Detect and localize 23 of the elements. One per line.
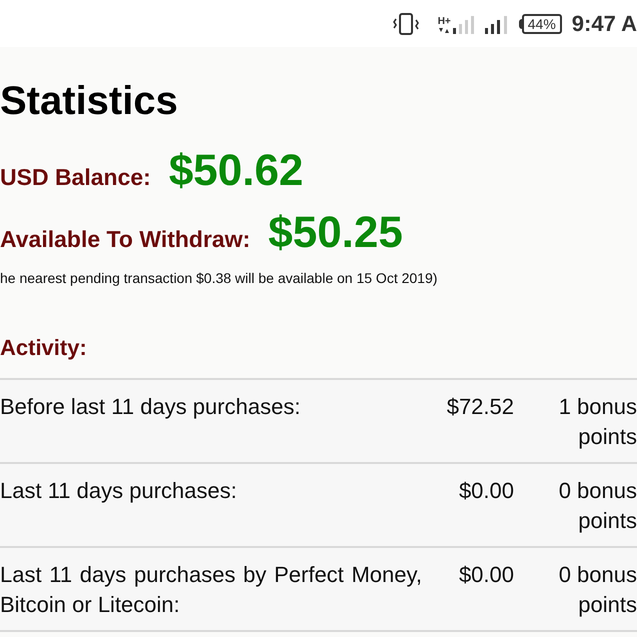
activity-label: Last 11 days purchases:	[0, 477, 238, 505]
activity-label: Last 11 days purchases by Perfect Money, Bitcoin or Litecoin:	[0, 561, 422, 619]
activity-amount: $0.00	[458, 561, 514, 589]
clock-time: 9:47 A	[572, 10, 637, 38]
bonus-points: 1 bonus points	[558, 393, 637, 451]
balance-amount: $50.62	[168, 145, 304, 197]
bonus-points: 0 bonus points	[558, 477, 637, 535]
vibrate-icon	[392, 12, 420, 36]
bonus-points: 0 bonus points	[558, 561, 637, 619]
signal-icon	[452, 14, 475, 34]
balance-label: USD Balance:	[0, 163, 151, 192]
activity-amount: $0.00	[458, 477, 514, 505]
activity-amount: $72.52	[446, 393, 514, 421]
battery-indicator: 44%	[518, 14, 562, 34]
activity-heading: Activity:	[0, 334, 88, 362]
activity-label: Before last 11 days purchases:	[0, 393, 302, 421]
network-type-label: H+	[438, 16, 451, 26]
signal-icon	[484, 14, 509, 34]
balance-amount: $50.25	[268, 207, 403, 259]
balance-label: Available To Withdraw:	[0, 225, 250, 254]
pending-note: he nearest pending transaction $0.38 will be available on 15 Oct 2019)	[0, 269, 438, 287]
data-arrows-icon	[439, 26, 450, 34]
page-title: Statistics	[0, 78, 179, 125]
